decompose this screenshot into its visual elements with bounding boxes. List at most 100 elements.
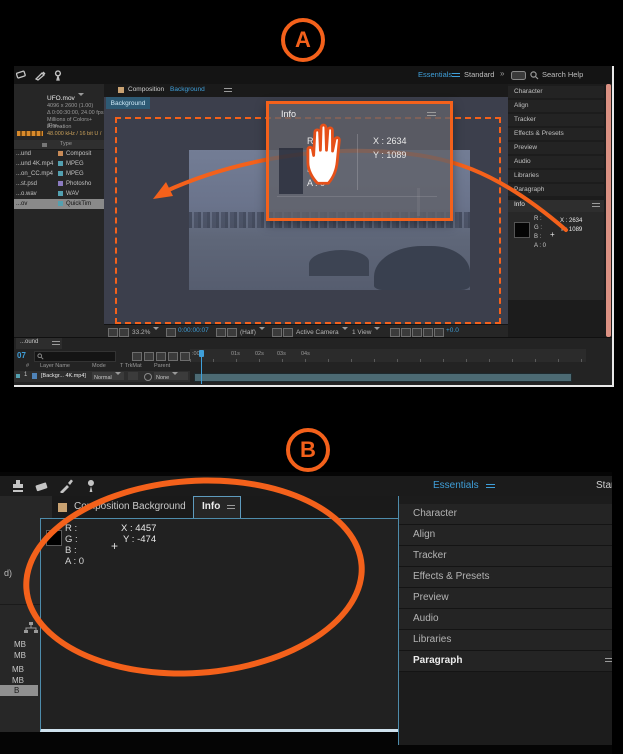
workspace-standard[interactable]: Standard bbox=[464, 70, 494, 79]
docked-info-title[interactable]: Info bbox=[514, 201, 525, 208]
sidebar-item-label[interactable]: Tracker bbox=[413, 550, 447, 561]
workspace-essentials[interactable]: Essentials bbox=[418, 70, 452, 79]
composition-mini-flowchart-icon[interactable] bbox=[132, 352, 142, 361]
sidebar-item-libraries[interactable]: Libraries bbox=[399, 630, 623, 651]
comp-tab-name[interactable]: Background bbox=[170, 86, 205, 93]
timeline-tab[interactable]: ...ound bbox=[16, 338, 62, 349]
project-row-name[interactable]: ...und bbox=[16, 151, 31, 157]
eraser-tool-icon[interactable] bbox=[34, 480, 50, 493]
sidebar-item-label[interactable]: Character bbox=[413, 508, 457, 519]
zoom-level[interactable]: 33.2% bbox=[132, 327, 159, 336]
sidebar-item-label[interactable]: Paragraph bbox=[514, 186, 544, 193]
project-row[interactable]: ...o.wav WAV bbox=[14, 189, 104, 199]
time-ruler[interactable]: :00s 01s 02s 03s 04s bbox=[190, 349, 586, 362]
workspace-menu-icon[interactable] bbox=[452, 73, 460, 79]
layer-color-chip[interactable] bbox=[16, 374, 20, 378]
sidebar-item-label[interactable]: Libraries bbox=[413, 634, 451, 645]
timeline-tab-label[interactable]: ...ound bbox=[20, 339, 38, 345]
viewer-icon[interactable] bbox=[119, 328, 129, 337]
sidebar-item-character[interactable]: Character bbox=[508, 86, 604, 98]
shy-icon[interactable] bbox=[156, 352, 166, 361]
project-row-selected[interactable]: ...ov QuickTim bbox=[14, 199, 104, 209]
comp-tab-menu-icon[interactable] bbox=[224, 88, 232, 94]
layer-duration-bar[interactable] bbox=[194, 373, 572, 382]
sidebar-item-label[interactable]: Preview bbox=[413, 592, 449, 603]
grid-icon[interactable] bbox=[283, 328, 293, 337]
project-row[interactable]: ...und Composit bbox=[14, 149, 104, 159]
flowchart-icon[interactable] bbox=[24, 622, 38, 634]
tab-info-label[interactable]: Info bbox=[202, 501, 220, 512]
selected-row-highlight[interactable]: B bbox=[0, 685, 38, 696]
sidebar-item-label[interactable]: Tracker bbox=[514, 116, 536, 123]
workspace-menu-icon[interactable] bbox=[486, 484, 495, 490]
viewer-icon[interactable] bbox=[108, 328, 118, 337]
parent-value[interactable]: None bbox=[156, 375, 169, 381]
tools-partial-icons[interactable] bbox=[16, 70, 70, 81]
scrollbar[interactable] bbox=[606, 84, 611, 337]
region-icon[interactable] bbox=[272, 328, 282, 337]
search-icon[interactable] bbox=[530, 71, 539, 80]
floating-info-panel[interactable]: Info R : G : B : A : 0 X : 2634 Y : 1089 bbox=[266, 101, 453, 221]
layer-name[interactable]: [Backgr... 4K.mp4] bbox=[41, 373, 86, 379]
sidebar-item-character[interactable]: Character bbox=[399, 504, 623, 525]
blend-mode-select[interactable]: Normal bbox=[92, 372, 124, 380]
resolution-select[interactable]: (Half) bbox=[240, 327, 265, 336]
more-workspaces-chevrons[interactable]: » bbox=[500, 69, 504, 78]
sidebar-item-paragraph[interactable]: Paragraph bbox=[508, 184, 604, 196]
sidebar-item-label[interactable]: Audio bbox=[514, 158, 531, 165]
sidebar-item-label[interactable]: Align bbox=[413, 529, 435, 540]
sidebar-item-preview[interactable]: Preview bbox=[399, 588, 623, 609]
comp-tab-word[interactable]: Composition bbox=[128, 86, 164, 93]
project-file-title[interactable]: UFO.mov bbox=[47, 93, 84, 102]
sidebar-item-label[interactable]: Audio bbox=[413, 613, 439, 624]
panel-menu-icon[interactable] bbox=[52, 341, 60, 347]
sidebar-item-paragraph[interactable]: Paragraph bbox=[399, 651, 623, 672]
project-row-name[interactable]: ...und 4K.mp4 bbox=[16, 161, 53, 167]
sidebar-item-effects-presets[interactable]: Effects & Presets bbox=[508, 128, 604, 140]
sidebar-item-label[interactable]: Paragraph bbox=[413, 655, 462, 666]
snapshot-icon[interactable] bbox=[216, 328, 226, 337]
panel-menu-icon[interactable] bbox=[427, 112, 436, 118]
background-subtab-label[interactable]: Background bbox=[111, 100, 146, 107]
background-subtab[interactable]: Background bbox=[106, 97, 150, 109]
sidebar-item-tracker[interactable]: Tracker bbox=[399, 546, 623, 567]
reset-exposure-icon[interactable] bbox=[434, 328, 444, 337]
clone-stamp-tool-icon[interactable] bbox=[10, 479, 26, 493]
flowchart-icon[interactable] bbox=[423, 328, 433, 337]
project-row[interactable]: ...und 4K.mp4 MPEG bbox=[14, 159, 104, 169]
project-row-name[interactable]: ...st.psd bbox=[16, 181, 37, 187]
project-row[interactable]: ...st.psd Photosho bbox=[14, 179, 104, 189]
sidebar-item-label[interactable]: Effects & Presets bbox=[413, 571, 490, 582]
sidebar-item-align[interactable]: Align bbox=[508, 100, 604, 112]
project-row-name[interactable]: ...ov bbox=[16, 201, 27, 207]
timeline-search-input[interactable] bbox=[34, 351, 116, 362]
search-help-label[interactable]: Search Help bbox=[542, 70, 583, 79]
sidebar-item-align[interactable]: Align bbox=[399, 525, 623, 546]
blend-mode-value[interactable]: Normal bbox=[94, 375, 112, 381]
sidebar-item-effects-presets[interactable]: Effects & Presets bbox=[399, 567, 623, 588]
project-row-name[interactable]: ...on_CC.mp4 bbox=[16, 171, 53, 177]
panel-menu-icon[interactable] bbox=[227, 505, 235, 511]
draft3d-icon[interactable] bbox=[144, 352, 154, 361]
playhead-line[interactable] bbox=[201, 351, 202, 384]
timeline-icon[interactable] bbox=[412, 328, 422, 337]
project-type-column[interactable]: Type bbox=[60, 141, 72, 147]
sidebar-item-label[interactable]: Preview bbox=[514, 144, 537, 151]
puppet-pin-tool-icon[interactable] bbox=[84, 479, 98, 493]
parent-select[interactable]: None bbox=[154, 372, 188, 380]
viewer-timecode[interactable]: 0:00:00:07 bbox=[178, 327, 209, 334]
channels-icon[interactable] bbox=[227, 328, 237, 337]
sidebar-item-tracker[interactable]: Tracker bbox=[508, 114, 604, 126]
pixel-aspect-icon[interactable] bbox=[390, 328, 400, 337]
workspace-bar-icon[interactable] bbox=[511, 71, 526, 80]
tab-composition-background[interactable]: Composition Background bbox=[74, 501, 186, 512]
camera-select[interactable]: Active Camera bbox=[296, 327, 348, 336]
parent-pickwhip-icon[interactable] bbox=[144, 373, 152, 381]
sidebar-item-label[interactable]: Libraries bbox=[514, 172, 539, 179]
docked-info-header[interactable]: Info bbox=[508, 200, 604, 212]
sidebar-item-label[interactable]: Character bbox=[514, 88, 543, 95]
view-layout-select[interactable]: 1 View bbox=[352, 327, 380, 336]
trkmat-cell[interactable] bbox=[128, 372, 138, 380]
layer-row[interactable]: 1 [Backgr... 4K.mp4] Normal None bbox=[14, 371, 190, 382]
workspace-essentials[interactable]: Essentials bbox=[433, 480, 479, 491]
